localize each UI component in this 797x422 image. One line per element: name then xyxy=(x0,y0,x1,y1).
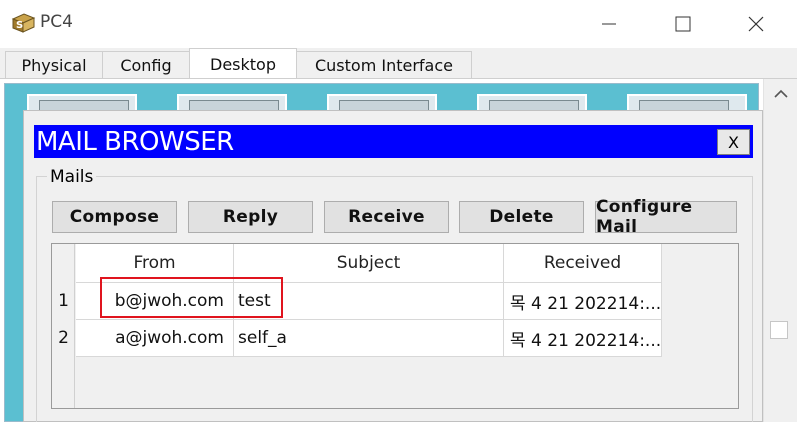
minimize-button[interactable] xyxy=(586,4,632,44)
delete-button[interactable]: Delete xyxy=(459,201,584,233)
mail-browser-title-bar: MAIL BROWSER X xyxy=(34,125,753,158)
compose-button[interactable]: Compose xyxy=(52,201,177,233)
minimize-icon xyxy=(602,23,616,25)
tab-strip: Physical Config Custom Interface Desktop xyxy=(0,48,797,79)
mails-group-label: Mails xyxy=(47,167,97,187)
pc-app-icon: S xyxy=(11,13,36,33)
maximize-button[interactable] xyxy=(660,4,706,44)
mail-browser-close-button[interactable]: X xyxy=(717,129,750,155)
table-cell-subject[interactable]: self_a xyxy=(234,319,504,357)
tab-physical[interactable]: Physical xyxy=(5,51,103,79)
mail-browser-window: MAIL BROWSER X Mails Compose Reply Recei… xyxy=(23,110,763,422)
tab-custom-interface[interactable]: Custom Interface xyxy=(296,51,472,79)
window-title-bar: S PC4 xyxy=(0,0,797,48)
scroll-thumb[interactable] xyxy=(770,321,788,339)
table-cell-received[interactable]: 목 4 21 202214:... xyxy=(504,319,662,357)
mail-browser-title: MAIL BROWSER xyxy=(36,127,234,157)
row-number: 2 xyxy=(58,327,69,348)
window-title: PC4 xyxy=(40,12,73,32)
highlight-annotation-box xyxy=(100,277,283,318)
row-number: 1 xyxy=(58,290,69,311)
svg-text:S: S xyxy=(16,20,23,31)
maximize-icon xyxy=(675,16,691,32)
close-icon xyxy=(748,16,764,32)
mail-table: From Subject Received 1 b@jwoh.com test … xyxy=(51,243,739,409)
vertical-scrollbar[interactable] xyxy=(763,79,797,422)
close-button[interactable] xyxy=(733,4,779,44)
scroll-up-button[interactable] xyxy=(764,79,797,109)
configure-mail-button[interactable]: Configure Mail xyxy=(595,197,737,237)
tab-desktop[interactable]: Desktop xyxy=(189,48,297,79)
reply-button[interactable]: Reply xyxy=(188,201,313,233)
receive-button[interactable]: Receive xyxy=(324,201,449,233)
tab-config[interactable]: Config xyxy=(102,51,190,79)
column-header-received[interactable]: Received xyxy=(504,244,662,282)
chevron-up-icon xyxy=(774,89,788,98)
table-cell-received[interactable]: 목 4 21 202214:... xyxy=(504,282,662,319)
table-cell-from[interactable]: a@jwoh.com xyxy=(76,319,234,357)
